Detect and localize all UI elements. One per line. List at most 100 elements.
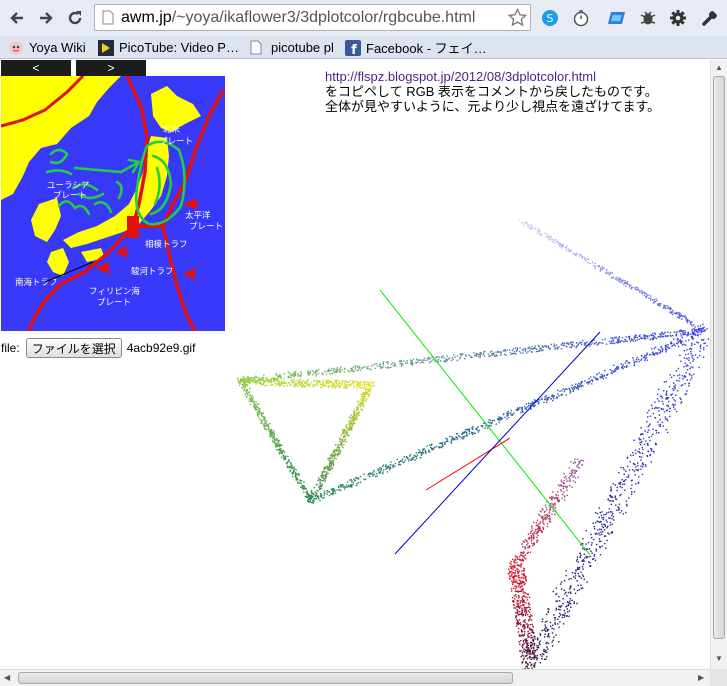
color-point [667,397,670,399]
color-point [315,370,317,372]
color-point [442,445,444,447]
color-point [383,469,385,471]
color-point [616,276,618,279]
color-point [314,372,317,374]
color-point [525,602,527,604]
color-point [476,427,478,429]
scroll-down-arrow-icon[interactable]: ▼ [715,654,723,663]
color-point [560,246,563,249]
color-point [531,615,533,617]
color-point [277,441,280,443]
color-point [598,538,601,540]
color-point [679,397,681,399]
color-point [567,611,569,613]
color-point [293,378,295,380]
color-point [523,657,525,659]
reload-icon[interactable] [64,7,86,29]
color-point [311,494,313,496]
color-point [460,353,463,355]
color-point [545,345,547,347]
color-point [547,346,549,348]
color-point [332,491,334,493]
color-point [636,336,639,339]
color-point [508,568,510,570]
color-point [485,425,487,427]
forward-icon[interactable] [35,7,57,29]
color-point [283,385,285,387]
bookmark-facebook[interactable]: f Facebook - フェイ… [345,39,487,58]
color-point [408,458,410,460]
color-point [530,537,532,539]
screenshot-extension-icon[interactable] [606,7,628,29]
blog-link[interactable]: http://flspz.blogspot.jp/2012/08/3dplotc… [325,69,660,84]
color-point [525,580,527,582]
scroll-left-arrow-icon[interactable]: ◀ [4,673,10,682]
color-point [533,666,536,668]
color-point [530,634,532,637]
address-bar[interactable]: awm.jp/~yoya/ikaflower3/3dplotcolor/rgbc… [94,4,531,31]
prev-image-button[interactable]: < [1,60,71,76]
color-point [380,469,382,471]
color-point [605,270,608,272]
color-point [523,224,525,226]
color-point [618,279,620,281]
color-point [557,618,559,620]
vertical-scrollbar[interactable]: ▲ ▼ [710,60,727,669]
color-point [341,383,343,386]
color-point [590,550,592,552]
bookmark-picotube[interactable]: PicoTube: Video P… [98,39,239,56]
choose-file-button[interactable]: ファイルを選択 [25,338,122,358]
scroll-right-arrow-icon[interactable]: ▶ [698,673,704,682]
color-point [330,464,332,467]
color-point [255,408,257,411]
bookmark-yoya-wiki[interactable]: Yoya Wiki [8,39,86,56]
color-point [574,461,576,464]
color-point [576,558,578,560]
gear-icon[interactable] [667,7,689,29]
color-point [472,432,474,434]
color-point [622,340,624,342]
rgb-3d-plot[interactable] [230,210,710,669]
color-point [250,378,253,381]
horizontal-scroll-thumb[interactable] [18,672,513,684]
color-point [638,448,641,450]
color-point [642,466,644,468]
color-point [382,364,385,366]
color-point [600,531,602,533]
color-point [511,558,514,560]
color-point [378,468,380,471]
stopwatch-icon[interactable] [570,7,592,29]
color-point [630,487,632,490]
color-point [619,281,621,283]
bug-icon[interactable] [637,7,659,29]
wrench-icon[interactable] [699,7,721,29]
back-icon[interactable] [6,7,28,29]
color-point [278,453,281,455]
color-point [616,368,618,370]
color-point [577,384,579,386]
color-point [520,629,523,631]
color-point [507,412,509,414]
color-point [650,450,653,452]
horizontal-scrollbar[interactable]: ◀ ▶ [0,669,710,686]
color-point [518,219,520,221]
color-point [539,347,541,350]
bookmark-picotube-pl[interactable]: picotube pl [250,39,334,56]
color-point [521,349,523,351]
color-point [596,512,599,515]
skype-icon[interactable]: S [539,7,561,29]
next-image-button[interactable]: > [76,60,146,76]
color-point [685,353,687,356]
color-point [464,429,467,431]
color-point [561,342,564,344]
color-point [552,491,554,493]
vertical-scroll-thumb[interactable] [713,76,725,639]
color-point [554,242,556,244]
color-point [697,342,699,344]
scroll-up-arrow-icon[interactable]: ▲ [715,63,723,72]
color-point [655,432,658,434]
color-point [432,448,435,450]
color-point [534,650,537,652]
star-icon[interactable] [507,7,528,30]
color-point [594,262,596,265]
